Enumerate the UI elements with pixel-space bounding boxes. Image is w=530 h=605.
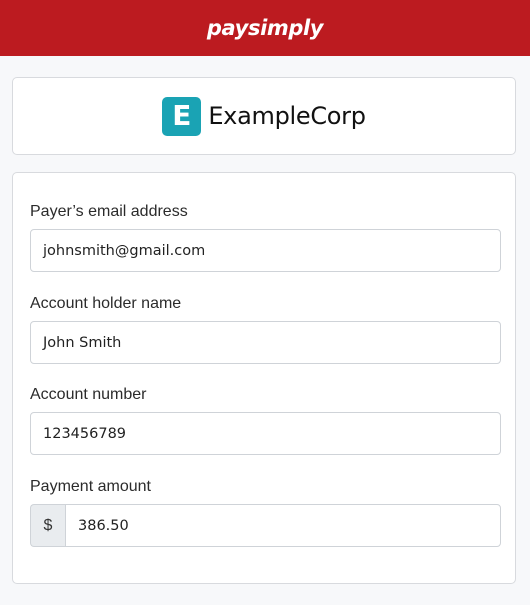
payment-amount-group: $ 386.50	[30, 504, 501, 547]
account-holder-input[interactable]: John Smith	[30, 321, 501, 364]
email-input[interactable]: johnsmith@gmail.com	[30, 229, 501, 272]
paysimply-logo: paysimply	[206, 16, 324, 40]
currency-symbol: $	[30, 504, 65, 547]
payment-amount-label: Payment amount	[30, 478, 151, 495]
payment-amount-input[interactable]: 386.50	[65, 504, 501, 547]
merchant-name: ExampleCorp	[208, 102, 366, 130]
merchant-card: E ExampleCorp	[12, 77, 516, 155]
merchant-logo-icon: E	[162, 96, 202, 136]
account-number-input[interactable]: 123456789	[30, 412, 501, 455]
account-holder-label: Account holder name	[30, 295, 182, 312]
payment-form: Payer’s email address johnsmith@gmail.co…	[12, 172, 516, 584]
account-number-label: Account number	[30, 386, 147, 403]
top-bar: paysimply	[0, 0, 530, 56]
email-label: Payer’s email address	[30, 203, 188, 220]
